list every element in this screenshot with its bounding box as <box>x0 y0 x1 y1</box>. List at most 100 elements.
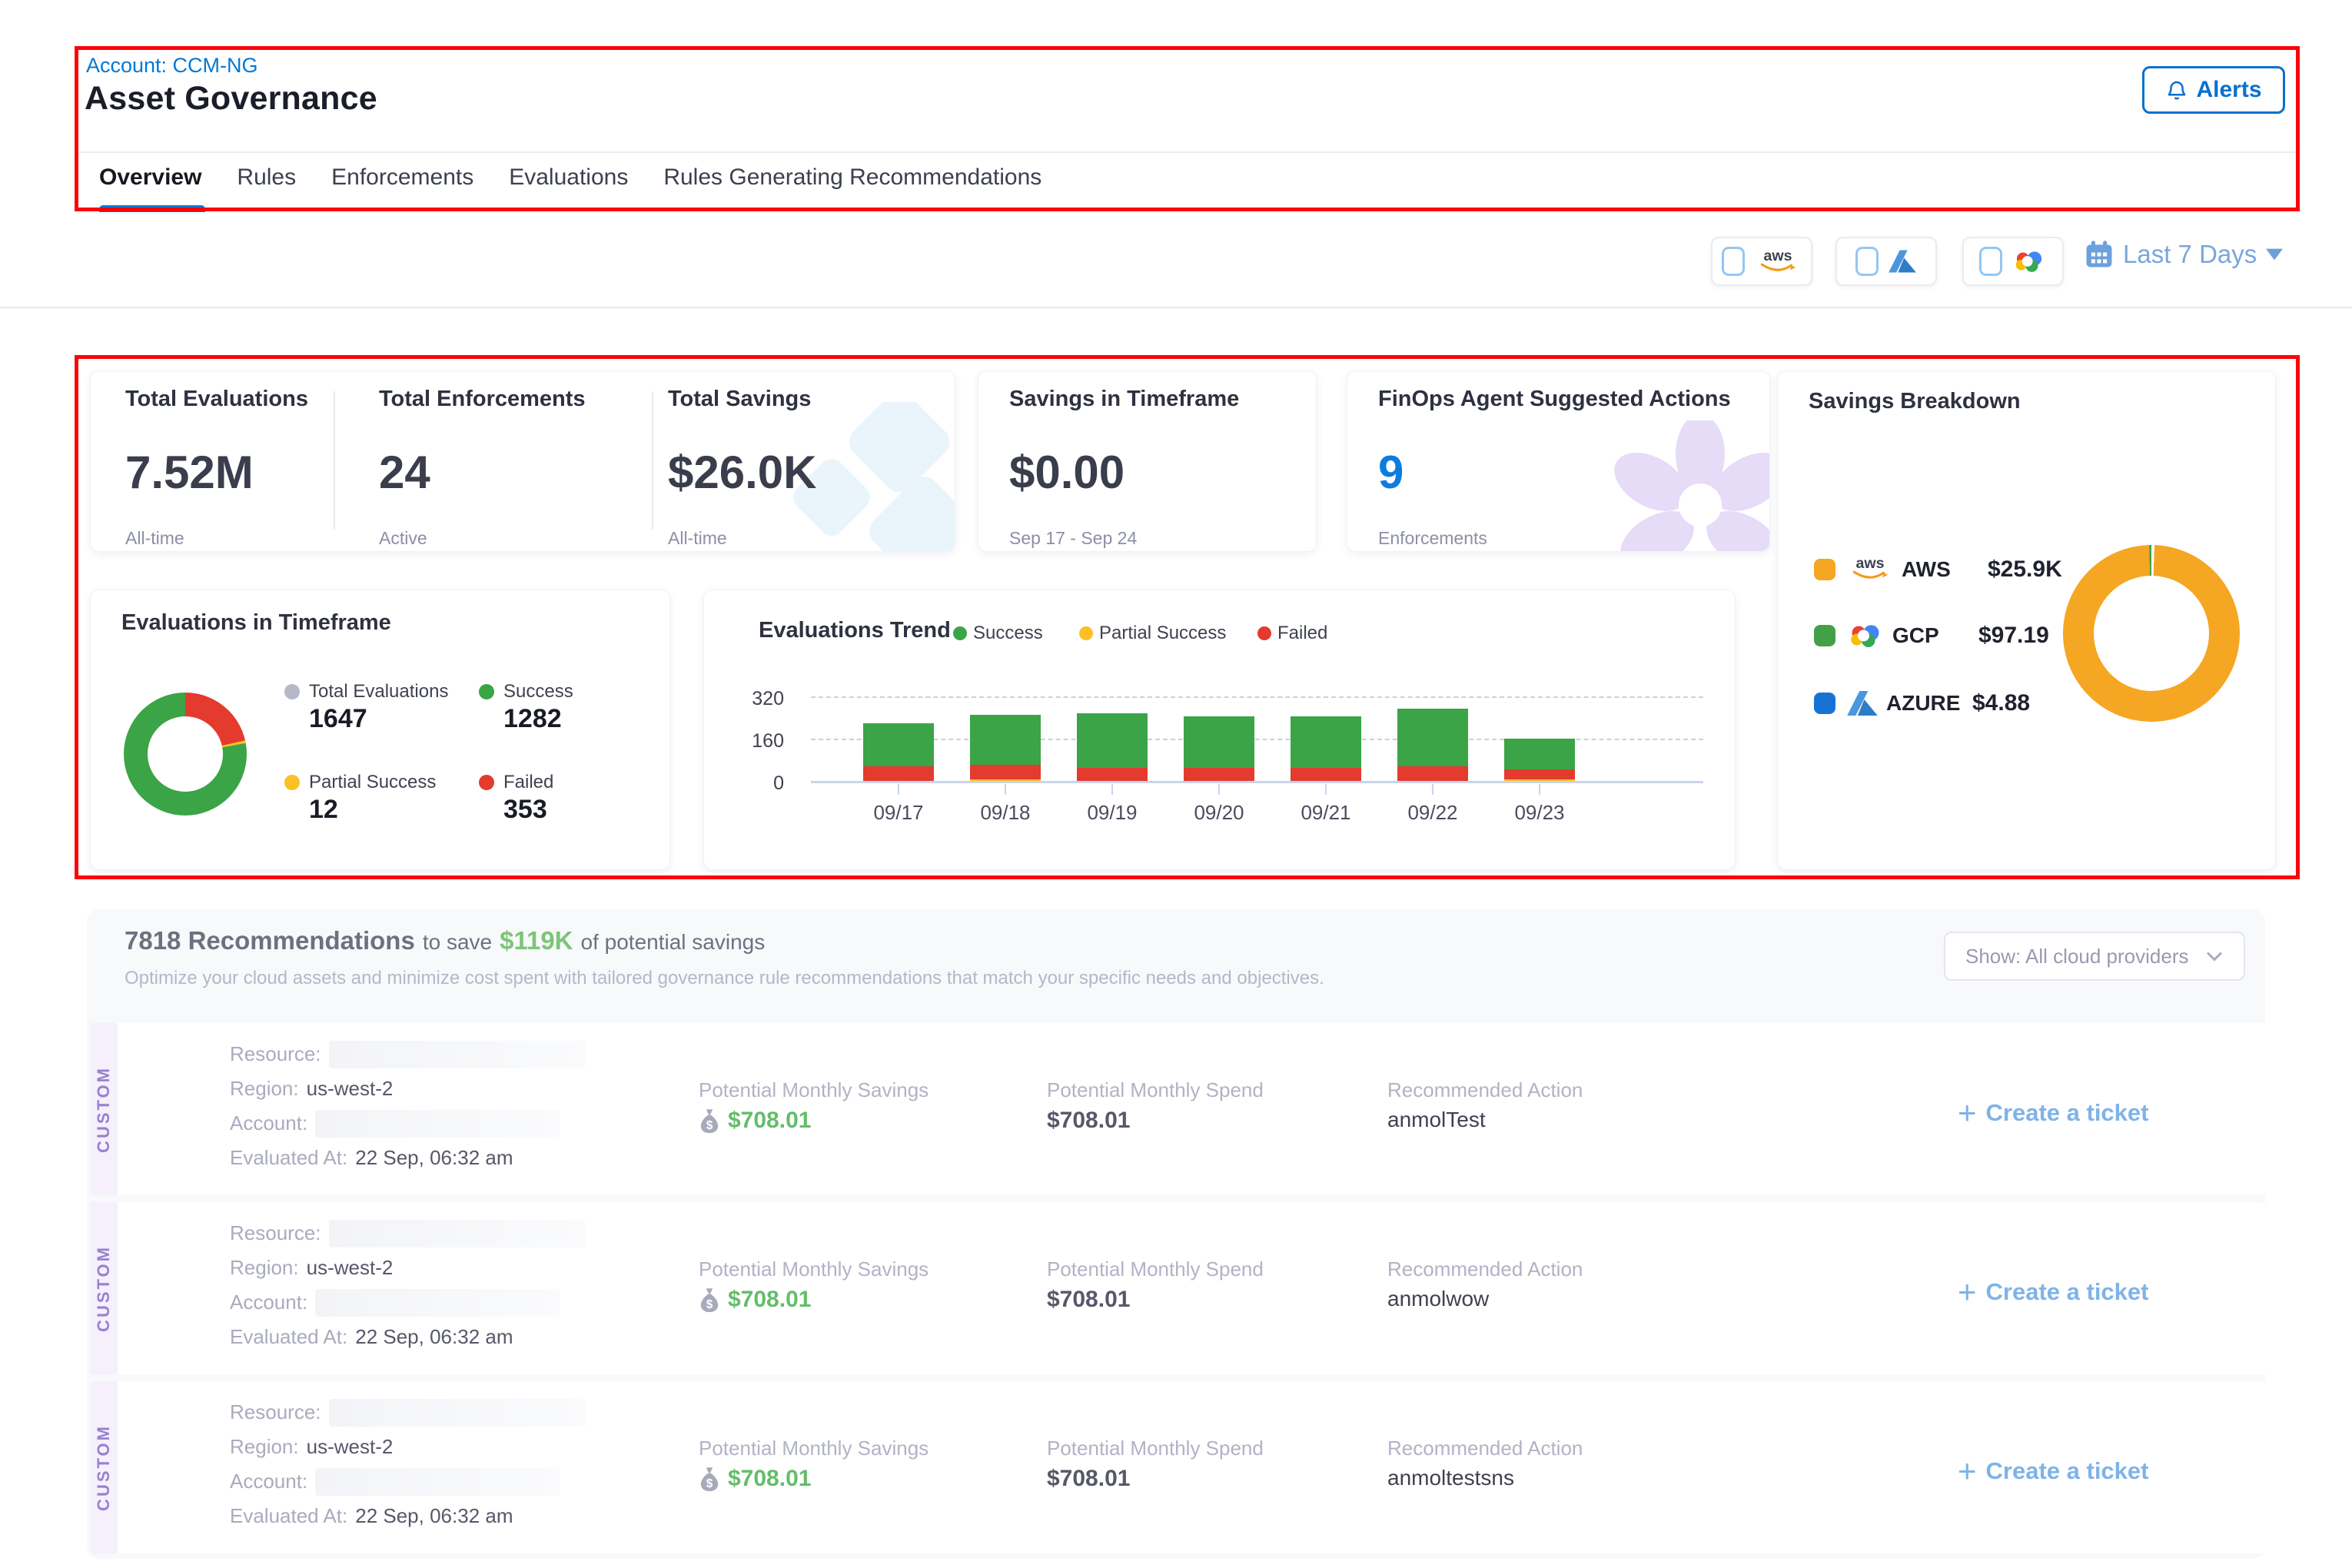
stat-value: $0.00 <box>1009 446 1239 499</box>
savings-column-label: Potential Monthly Savings <box>699 1078 929 1102</box>
gcp-checkbox[interactable] <box>1979 247 2002 276</box>
tab-enforcements[interactable]: Enforcements <box>331 164 473 191</box>
aws-icon: aws <box>1754 246 1802 277</box>
plus-icon: + <box>1958 1276 1977 1308</box>
bar-segment-failed <box>1397 766 1468 781</box>
asset-governance-dashboard: Account: CCM-NG Asset Governance Alerts … <box>0 0 2352 1568</box>
x-axis-label: 09/17 <box>852 801 945 825</box>
create-ticket-button[interactable]: + Create a ticket <box>1958 1455 2148 1487</box>
gridline-320 <box>811 696 1703 698</box>
provider-savings-value: $4.88 <box>1972 690 2030 716</box>
caret-down-icon <box>2266 248 2283 261</box>
gcp-filter-checkbox-card[interactable] <box>1962 237 2064 286</box>
recommendation-row: CUSTOM Resource: Region:us-west-2 Accoun… <box>90 1023 2265 1195</box>
tab-rules[interactable]: Rules <box>237 164 296 191</box>
trend-bar-09/22 <box>1397 709 1468 781</box>
provider-savings-value: $25.9K <box>1988 556 2062 583</box>
recommendations-title: 7818 Recommendations to save $119K of po… <box>125 926 765 955</box>
chevron-down-icon <box>2205 950 2224 962</box>
recommended-action-value: anmolwow <box>1387 1287 1489 1311</box>
aws-logo-icon: aws <box>1846 553 1894 581</box>
aws-checkbox[interactable] <box>1722 247 1745 276</box>
aws-filter-checkbox-card[interactable]: aws <box>1711 237 1812 286</box>
metric-partial-success: Partial Success <box>284 772 436 793</box>
cloud-provider-filter-dropdown[interactable]: Show: All cloud providers <box>1944 932 2245 981</box>
spend-column-label: Potential Monthly Spend <box>1047 1078 1264 1102</box>
page-title: Asset Governance <box>85 80 377 118</box>
money-bag-icon: $ <box>699 1287 720 1313</box>
bar-segment-success <box>1504 739 1575 769</box>
account-breadcrumb-link[interactable]: Account: CCM-NG <box>86 54 258 78</box>
breakdown-item-aws: aws AWS $25.9K <box>1814 553 2062 585</box>
account-placeholder <box>315 1289 560 1317</box>
bar-segment-partial-success <box>1504 779 1575 781</box>
metric-label: Failed <box>503 772 553 793</box>
gcp-color-swatch <box>1814 625 1835 646</box>
trend-bar-09/21 <box>1291 716 1361 781</box>
stat-value: 9 <box>1378 446 1731 499</box>
action-column-label: Recommended Action <box>1387 1257 1583 1281</box>
potential-monthly-savings-value: $ $708.01 <box>699 1108 811 1134</box>
trend-bar-09/19 <box>1077 713 1148 781</box>
metric-success: Success <box>479 681 573 703</box>
savings-breakdown-donut-chart <box>2063 545 2240 722</box>
bar-segment-failed <box>863 766 934 781</box>
create-ticket-button[interactable]: + Create a ticket <box>1958 1097 2148 1129</box>
failed-dot <box>479 775 494 790</box>
x-axis-tick <box>1325 784 1327 795</box>
provider-name: AZURE <box>1886 691 1972 716</box>
custom-rule-badge: CUSTOM <box>90 1202 118 1374</box>
header-divider <box>75 151 2300 153</box>
total-evaluations-stat: Total Evaluations 7.52M All-time <box>125 387 308 549</box>
spend-column-label: Potential Monthly Spend <box>1047 1437 1264 1460</box>
title-text: to save <box>423 930 492 955</box>
plus-icon: + <box>1958 1455 1977 1487</box>
x-axis-label: 09/21 <box>1280 801 1372 825</box>
azure-filter-checkbox-card[interactable] <box>1835 237 1937 286</box>
tab-rules-generating-recommendations[interactable]: Rules Generating Recommendations <box>663 164 1041 191</box>
trend-bar-09/17 <box>863 723 934 781</box>
stat-caption: All-time <box>125 528 308 549</box>
azure-checkbox[interactable] <box>1855 247 1879 276</box>
stat-label: FinOps Agent Suggested Actions <box>1378 387 1731 412</box>
stat-divider <box>334 391 335 530</box>
y-axis-tick-0: 0 <box>735 772 784 795</box>
savings-breakdown-card: Savings Breakdown aws AWS $25.9K GCP <box>1777 370 2276 870</box>
alerts-button[interactable]: Alerts <box>2142 66 2285 114</box>
svg-text:$: $ <box>706 1119 713 1132</box>
resource-details: Resource: Region:us-west-2 Account: Eval… <box>230 1395 586 1533</box>
money-bag-icon: $ <box>699 1466 720 1492</box>
totals-stat-card: Total Evaluations 7.52M All-time Total E… <box>90 370 955 552</box>
potential-monthly-spend-value: $708.01 <box>1047 1108 1130 1134</box>
stat-label: Savings in Timeframe <box>1009 387 1239 412</box>
card-title: Savings Breakdown <box>1809 389 2021 414</box>
active-tab-underline <box>99 205 205 212</box>
metric-label: Total Evaluations <box>309 681 448 703</box>
resource-placeholder <box>329 1041 586 1068</box>
bar-segment-failed <box>970 765 1041 779</box>
tab-bar: Overview Rules Enforcements Evaluations … <box>99 164 1041 191</box>
aws-logo-icon: aws <box>1754 246 1802 274</box>
custom-rule-badge: CUSTOM <box>90 1381 118 1553</box>
finops-suggested-actions-card: FinOps Agent Suggested Actions 9 Enforce… <box>1347 370 1770 552</box>
metric-label: Success <box>503 681 573 703</box>
breakdown-item-azure: AZURE $4.88 <box>1814 689 2030 718</box>
recommendations-subtitle: Optimize your cloud assets and minimize … <box>125 968 1324 989</box>
bar-segment-failed <box>1504 769 1575 779</box>
trend-bar-chart: 09/1709/1809/1909/2009/2109/2209/23 <box>811 613 1703 782</box>
tab-overview[interactable]: Overview <box>99 164 201 191</box>
create-ticket-button[interactable]: + Create a ticket <box>1958 1276 2148 1308</box>
bar-segment-success <box>1077 713 1148 768</box>
potential-monthly-savings-value: $ $708.01 <box>699 1287 811 1313</box>
x-axis-label: 09/19 <box>1066 801 1158 825</box>
provider-name: AWS <box>1902 557 1988 582</box>
breakdown-item-gcp: GCP $97.19 <box>1814 621 2049 650</box>
bar-segment-success <box>1291 716 1361 768</box>
bar-segment-failed <box>1291 768 1361 781</box>
tab-evaluations[interactable]: Evaluations <box>509 164 628 191</box>
metric-label: Partial Success <box>309 772 436 793</box>
date-range-dropdown[interactable]: Last 7 Days <box>2085 240 2283 269</box>
spend-column-label: Potential Monthly Spend <box>1047 1257 1264 1281</box>
aws-color-swatch <box>1814 559 1835 580</box>
stat-label: Total Evaluations <box>125 387 308 412</box>
